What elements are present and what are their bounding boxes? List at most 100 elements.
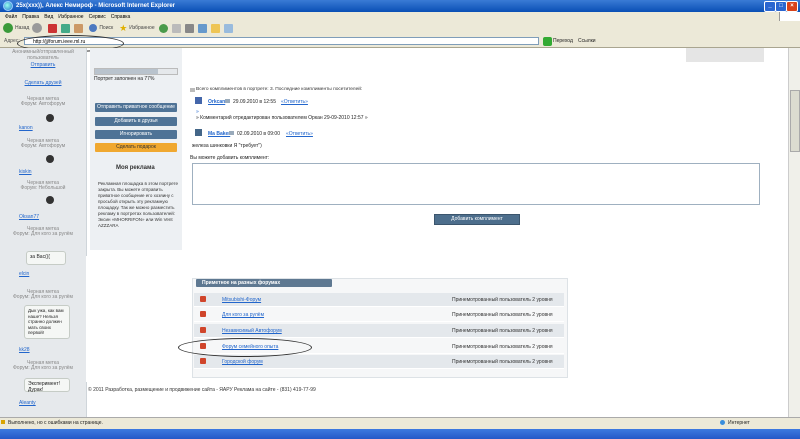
forums-header: Приметное на разных форумах [196, 279, 332, 287]
compliment-author[interactable]: Orkcan [208, 99, 225, 105]
security-zone: Интернет [728, 420, 750, 426]
avatar [195, 129, 202, 136]
ignore-button[interactable]: Игнорировать [95, 130, 177, 139]
compliment-reply-link[interactable]: «Ответить» [286, 131, 313, 137]
avatar[interactable] [46, 196, 54, 204]
back-icon [3, 23, 13, 33]
compliment-date: 29.09.2010 в 12:55 [233, 99, 276, 105]
favorites-button[interactable]: ★ Избранное [119, 23, 154, 34]
compliment-text: » Комментарий отредактирован пользовател… [196, 115, 368, 121]
ie-logo-icon [3, 1, 13, 11]
menu-tools[interactable]: Сервис [89, 14, 106, 20]
mail-icon[interactable] [171, 23, 181, 33]
forum-icon [200, 296, 206, 302]
sidebar-entry-user[interactable]: kk28 [19, 347, 30, 353]
menu-help[interactable]: Справка [111, 14, 131, 20]
compliment-text: железа шинковки Я "требует") [192, 143, 262, 149]
refresh-icon[interactable] [61, 23, 71, 33]
warning-icon[interactable] [1, 420, 5, 424]
sidebar-entry-user[interactable]: Aleanty [19, 400, 36, 406]
toolbar: Назад Поиск ★ Избранное [0, 21, 800, 36]
forum-row: Для кого за рулём Принемотрованный польз… [194, 308, 564, 322]
compliments-header: Всего комплиментов в портрете: 3. Послед… [196, 87, 363, 92]
stop-icon[interactable] [48, 23, 58, 33]
window-title: 25x(xxx)), Алекс Немироф - Microsoft Int… [16, 3, 175, 9]
sidebar-top-link[interactable]: Отправить [4, 62, 82, 68]
forum-link[interactable]: Независимый Автофорум [222, 328, 282, 334]
taskbar [0, 429, 800, 439]
sidebar-entry-user[interactable]: kiskin [19, 169, 32, 175]
add-friend-button[interactable]: Добавить в друзья [95, 117, 177, 126]
windows-logo-icon [779, 12, 800, 21]
forum-status: Принемотрованный пользователь 2 уровня [452, 328, 553, 334]
forum-status: Принемотрованный пользователь 2 уровня [452, 312, 553, 318]
compliment-textarea[interactable] [192, 163, 760, 205]
edit-icon[interactable] [197, 23, 207, 33]
search-icon [89, 24, 98, 32]
forum-highlight-ellipse [178, 338, 312, 357]
sidebar-entry-user[interactable]: Oksan77 [19, 214, 39, 220]
menu-file[interactable]: Файл [5, 14, 17, 20]
forward-icon [32, 23, 43, 33]
forum-row: Mitsubishi-Форум Принемотрованный пользо… [194, 293, 564, 307]
forum-status: Принемотрованный пользователь 2 уровня [452, 297, 553, 303]
forum-status: Принемотрованный пользователь 2 уровня [452, 344, 553, 350]
sidebar-entry-forum: Форум: Автофорум [20, 143, 66, 149]
sidebar-entry-user[interactable]: elcin [19, 271, 29, 277]
go-arrow-icon[interactable] [543, 37, 552, 46]
profile-progress-fill [95, 69, 159, 74]
history-icon[interactable] [158, 23, 168, 33]
close-button[interactable]: × [786, 1, 798, 12]
scrollbar-thumb[interactable] [790, 90, 800, 152]
avatar [195, 97, 202, 104]
forum-link[interactable]: Городской форум [222, 359, 263, 365]
sidebar-entry-forum: Форум: Автофорум [20, 101, 66, 107]
mail-icon[interactable] [229, 131, 234, 135]
make-friend-link[interactable]: Сделать друзей [4, 80, 82, 86]
menu-view[interactable]: Вид [44, 14, 53, 20]
forum-icon [200, 358, 206, 364]
sidebar-entry-forum: Форум: Для кого за рулём [13, 294, 73, 300]
ad-title: Моя реклама [116, 165, 155, 171]
print-icon[interactable] [184, 23, 194, 33]
forum-row: Независимый Автофорум Принемотрованный п… [194, 324, 564, 338]
links-button[interactable]: Ссылки [578, 38, 596, 44]
forum-icon [200, 311, 206, 317]
forward-button[interactable] [32, 23, 44, 33]
title-bar: 25x(xxx)), Алекс Немироф - Microsoft Int… [0, 0, 800, 12]
profile-progress-label: Портрет заполнен на 77% [94, 76, 155, 82]
send-private-message-button[interactable]: Отправить приватное сообщение [95, 103, 177, 112]
forum-icon [200, 327, 206, 333]
forum-link[interactable]: Для кого за рулём [222, 312, 264, 318]
mail-icon[interactable] [225, 99, 230, 103]
sidebar-bubble: Дык ужа, как вам наше? Нельзя странно до… [24, 305, 70, 339]
profile-progress-bar [94, 68, 178, 75]
avatar[interactable] [46, 114, 54, 122]
sidebar-top-text: Анонимный/отправленный пользователь [12, 49, 74, 61]
compliment-date: 02.09.2010 в 09:00 [237, 131, 280, 137]
sidebar-entry-forum: Форум: Для кого за рулём [13, 365, 73, 371]
avatar[interactable] [46, 155, 54, 163]
sidebar-entry-forum: Форум: Для кого за рулём [13, 231, 73, 237]
back-button[interactable]: Назад [3, 23, 29, 33]
footer: © 2011 Разработка, размещение и продвиже… [88, 387, 316, 393]
compliment-author[interactable]: Ma Baker [208, 131, 230, 137]
folder-icon[interactable] [210, 23, 220, 33]
home-icon[interactable] [74, 23, 84, 33]
star-icon: ★ [119, 22, 128, 33]
sidebar-bubble: Эксперимент! Дурак! [24, 378, 70, 393]
give-gift-button[interactable]: Сделать подарок [95, 143, 177, 152]
go-button[interactable]: Переход [553, 38, 573, 44]
search-button[interactable]: Поиск [89, 24, 113, 32]
forum-row: Городской форум Принемотрованный пользов… [194, 355, 564, 369]
messenger-icon[interactable] [223, 23, 233, 33]
forum-status: Принемотрованный пользователь 2 уровня [452, 359, 553, 365]
status-text: Выполнено, но с ошибками на странице. [8, 420, 103, 426]
add-compliment-button[interactable]: Добавить комплимент [434, 214, 520, 225]
top-gray-box [686, 48, 764, 62]
menu-edit[interactable]: Правка [22, 14, 39, 20]
menu-favorites[interactable]: Избранное [58, 14, 83, 20]
compliment-reply-link[interactable]: «Ответить» [281, 99, 308, 105]
forum-link[interactable]: Mitsubishi-Форум [222, 297, 261, 303]
sidebar-entry-user[interactable]: kanon [19, 125, 33, 131]
